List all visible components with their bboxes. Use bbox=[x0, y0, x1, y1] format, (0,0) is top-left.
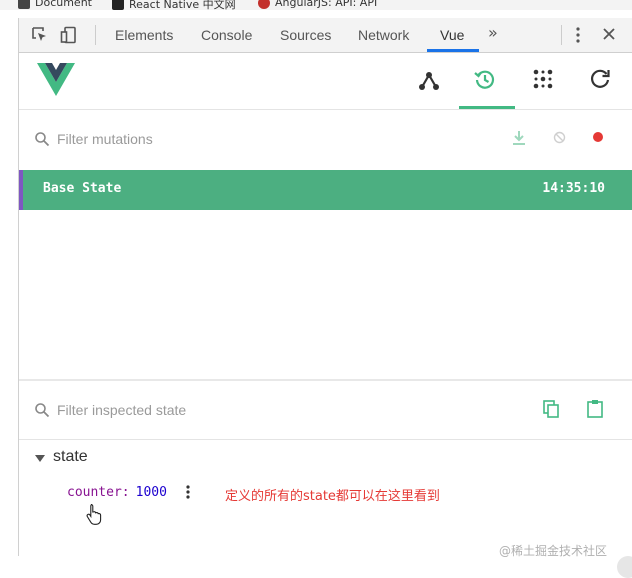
mutation-timestamp: 14:35:10 bbox=[542, 181, 605, 196]
bookmark-angularjs[interactable]: AngularJS: API: API bbox=[258, 0, 377, 9]
tab-vue[interactable]: Vue bbox=[440, 18, 464, 52]
property-colon: : bbox=[121, 485, 130, 500]
bookmark-document[interactable]: Document bbox=[18, 0, 92, 9]
caret-down-icon[interactable] bbox=[35, 455, 45, 462]
commit-all-icon[interactable] bbox=[512, 130, 526, 146]
mutation-label: Base State bbox=[43, 181, 122, 196]
filter-inspected-state-input[interactable] bbox=[57, 397, 477, 423]
copy-icon[interactable] bbox=[543, 400, 559, 418]
bookmark-label: React Native 中文网 bbox=[129, 0, 236, 10]
active-view-indicator bbox=[459, 106, 515, 109]
close-icon[interactable] bbox=[601, 26, 617, 42]
bookmark-label: Document bbox=[35, 0, 92, 9]
search-icon bbox=[35, 132, 50, 147]
angular-icon bbox=[258, 0, 270, 9]
property-value[interactable]: 1000 bbox=[136, 485, 167, 500]
state-tree: state counter: 1000 定义的所有的state都可以在这里看到 bbox=[19, 441, 632, 556]
vue-devtools-header bbox=[19, 53, 632, 110]
devtools-tab-bar: Elements Console Sources Network Vue » bbox=[19, 18, 632, 53]
vue-logo-icon bbox=[37, 63, 75, 96]
inspect-element-icon[interactable] bbox=[31, 26, 49, 44]
tab-elements[interactable]: Elements bbox=[115, 18, 173, 52]
mutation-entry-base-state[interactable]: Base State 14:35:10 bbox=[19, 170, 632, 210]
bookmark-react-native[interactable]: React Native 中文网 bbox=[112, 0, 236, 10]
tab-separator bbox=[561, 25, 562, 45]
more-actions-icon[interactable] bbox=[185, 484, 191, 500]
events-icon[interactable] bbox=[532, 68, 554, 90]
devtools-panel: Elements Console Sources Network Vue » F… bbox=[18, 18, 632, 578]
components-icon[interactable] bbox=[417, 68, 441, 92]
more-tabs-icon[interactable]: » bbox=[488, 23, 498, 42]
annotation-text: 定义的所有的state都可以在这里看到 bbox=[225, 489, 440, 504]
kebab-menu-icon[interactable] bbox=[575, 26, 581, 44]
bookmark-label: AngularJS: API: API bbox=[275, 0, 378, 9]
state-tree-root[interactable]: state bbox=[53, 448, 88, 466]
paste-icon[interactable] bbox=[587, 399, 603, 418]
hand-cursor-icon bbox=[86, 503, 102, 525]
mutations-toolbar bbox=[19, 110, 632, 168]
tab-console[interactable]: Console bbox=[201, 18, 252, 52]
tab-network[interactable]: Network bbox=[358, 18, 409, 52]
inspector-toolbar bbox=[19, 381, 632, 440]
vuex-history-icon[interactable] bbox=[473, 68, 497, 92]
bookmarks-bar: Document React Native 中文网 AngularJS: API… bbox=[0, 0, 632, 10]
floating-action-button[interactable] bbox=[617, 556, 632, 578]
search-icon bbox=[35, 403, 50, 418]
revert-all-icon[interactable] bbox=[553, 131, 566, 144]
state-property-row[interactable]: counter: 1000 bbox=[67, 485, 167, 500]
tab-separator bbox=[95, 25, 96, 45]
record-icon[interactable] bbox=[593, 132, 603, 142]
tab-sources[interactable]: Sources bbox=[280, 18, 331, 52]
device-toolbar-icon[interactable] bbox=[60, 26, 78, 44]
refresh-icon[interactable] bbox=[589, 68, 611, 90]
watermark-text: @稀土掘金技术社区 bbox=[499, 544, 608, 558]
active-tab-indicator bbox=[427, 49, 479, 52]
react-native-icon bbox=[112, 0, 124, 10]
property-key: counter bbox=[67, 485, 122, 500]
document-icon bbox=[18, 0, 30, 9]
filter-mutations-input[interactable] bbox=[57, 126, 477, 152]
